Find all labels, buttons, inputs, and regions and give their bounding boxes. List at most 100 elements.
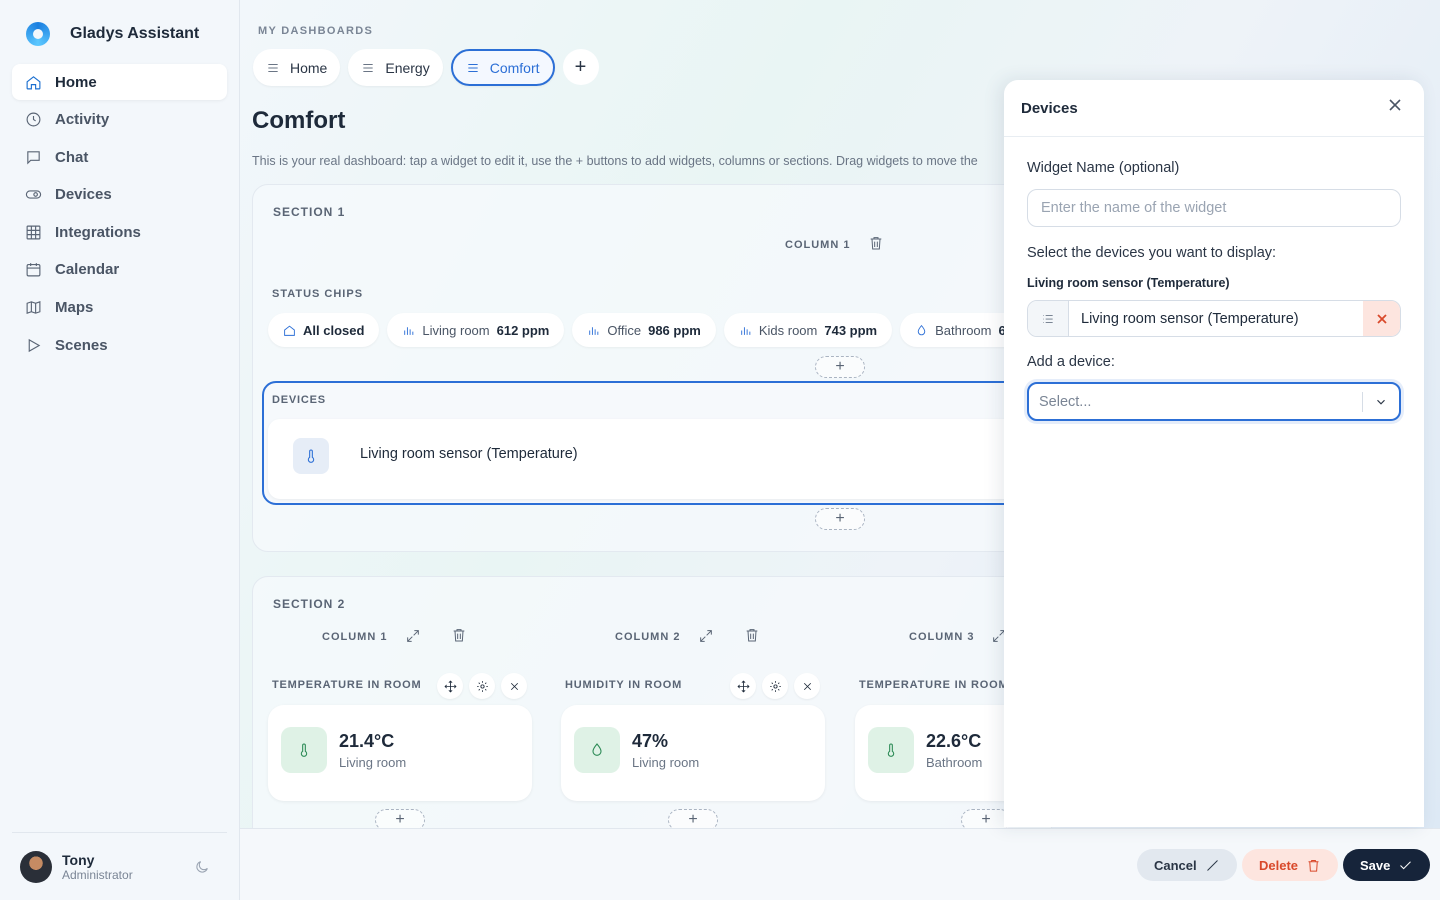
sidebar-item-label: Devices [55, 186, 112, 204]
widget-settings-button[interactable] [469, 673, 495, 699]
device-card[interactable]: Living room sensor (Temperature) [268, 419, 1058, 499]
move-widget-button[interactable] [437, 673, 463, 699]
calendar-icon [26, 263, 41, 277]
expand-icon[interactable] [698, 628, 714, 644]
remove-widget-button[interactable] [501, 673, 527, 699]
sensor-icon-box [868, 727, 914, 773]
widget-label: TEMPERATURE IN ROOM [272, 679, 422, 691]
remove-widget-button[interactable] [794, 673, 820, 699]
delete-button[interactable]: Delete [1242, 849, 1339, 881]
chip-label: Office [607, 322, 642, 338]
trash-icon[interactable] [451, 627, 467, 643]
user-menu[interactable]: Tony Administrator [12, 832, 227, 900]
moon-icon[interactable] [194, 859, 210, 875]
save-label: Save [1360, 857, 1391, 873]
home-icon [26, 75, 41, 89]
sidebar-item-calendar[interactable]: Calendar [12, 252, 227, 288]
chip-label: All closed [303, 322, 365, 338]
sidebar-item-label: Activity [55, 111, 110, 129]
panel-header: Devices [1004, 80, 1424, 137]
tab-label: Comfort [489, 59, 540, 76]
tab-energy[interactable]: Energy [348, 49, 443, 86]
editor-footer: Cancel Delete Save [240, 828, 1440, 900]
tab-home[interactable]: Home [253, 49, 341, 86]
sensor-value: 22.6°C [926, 731, 982, 751]
save-button[interactable]: Save [1343, 849, 1431, 881]
add-widget-button[interactable]: + [375, 809, 425, 828]
select-placeholder: Select... [1039, 393, 1092, 410]
drag-handle-icon[interactable] [266, 61, 280, 75]
sidebar-item-devices[interactable]: Devices [12, 177, 227, 213]
add-widget-button[interactable]: + [668, 809, 718, 828]
sidebar-item-scenes[interactable]: Scenes [12, 327, 227, 363]
close-icon [803, 682, 811, 690]
add-widget-button[interactable]: + [815, 508, 865, 530]
add-widget-button[interactable]: + [815, 356, 865, 378]
cancel-button[interactable]: Cancel [1137, 849, 1237, 881]
clock-icon [26, 112, 41, 127]
add-device-select[interactable]: Select... [1027, 382, 1401, 421]
status-chip[interactable]: Living room 612 ppm [387, 313, 565, 347]
sensor-room: Living room [339, 755, 407, 770]
status-chip[interactable]: Kids room 743 ppm [723, 313, 893, 347]
section-label: SECTION 1 [273, 205, 346, 219]
widget-settings-button[interactable] [762, 673, 788, 699]
sidebar-item-label: Home [55, 73, 97, 91]
dashboards-label: MY DASHBOARDS [258, 25, 374, 37]
widget-name-input[interactable] [1027, 189, 1401, 227]
move-icon [736, 679, 750, 693]
sensor-card[interactable]: 47% Living room [561, 705, 825, 801]
trash-icon [1308, 859, 1319, 872]
tab-comfort[interactable]: Comfort [450, 49, 555, 86]
sidebar-item-integrations[interactable]: Integrations [12, 214, 227, 250]
chat-icon [27, 150, 40, 165]
tab-label: Energy [385, 59, 430, 76]
devices-widget-selected[interactable]: DEVICES Living room sensor (Temperature) [262, 381, 1062, 505]
select-dropdown-toggle[interactable] [1363, 395, 1399, 409]
trash-icon[interactable] [744, 627, 760, 643]
move-widget-button[interactable] [730, 673, 756, 699]
drag-handle-icon[interactable] [361, 61, 375, 75]
sensor-icon-box [574, 727, 620, 773]
dashboard-tabs: Home Energy Comfort + [253, 49, 599, 86]
status-chip[interactable]: All closed [268, 313, 380, 347]
sensor-icon-box [281, 727, 327, 773]
device-drag-handle[interactable] [1028, 301, 1069, 336]
chevron-down-icon [1377, 399, 1385, 405]
bar-chart-icon [589, 326, 599, 335]
expand-icon[interactable] [405, 628, 421, 644]
panel-title: Devices [1021, 100, 1078, 117]
trash-icon[interactable] [868, 235, 884, 251]
brand[interactable]: Gladys Assistant [26, 22, 199, 46]
sensor-card[interactable]: 21.4°C Living room [268, 705, 532, 801]
status-chip[interactable]: Office 986 ppm [572, 313, 716, 347]
avatar[interactable] [20, 851, 52, 883]
play-icon [28, 338, 41, 352]
add-dashboard-button[interactable]: + [562, 49, 599, 85]
thermometer-icon [307, 449, 315, 463]
sidebar-item-chat[interactable]: Chat [12, 139, 227, 175]
bar-chart-icon [404, 326, 414, 335]
widget-label: HUMIDITY IN ROOM [565, 679, 683, 691]
close-icon [510, 682, 518, 690]
sensor-value: 21.4°C [339, 731, 395, 751]
move-icon [443, 679, 457, 693]
selected-device-name: Living room sensor (Temperature) [1081, 310, 1299, 327]
close-icon[interactable] [1388, 98, 1402, 112]
chips-widget-label: STATUS CHIPS [272, 288, 364, 300]
chip-label: Living room [422, 322, 490, 338]
gear-icon [769, 680, 781, 692]
sidebar-item-maps[interactable]: Maps [12, 290, 227, 326]
user-name: Tony [62, 852, 95, 868]
sidebar-item-activity[interactable]: Activity [12, 102, 227, 138]
chip-value: 612 ppm [496, 322, 550, 338]
remove-device-button[interactable] [1363, 301, 1400, 336]
toggle-icon [25, 190, 42, 199]
selected-device-title: Living room sensor (Temperature) [1027, 276, 1230, 290]
column-label: COLUMN 2 [615, 631, 681, 643]
user-role: Administrator [62, 868, 133, 882]
droplet-icon [592, 743, 602, 756]
sidebar-item-home[interactable]: Home [12, 64, 227, 100]
drag-handle-icon[interactable] [466, 61, 480, 75]
widget-name-label: Widget Name (optional) [1027, 160, 1180, 176]
